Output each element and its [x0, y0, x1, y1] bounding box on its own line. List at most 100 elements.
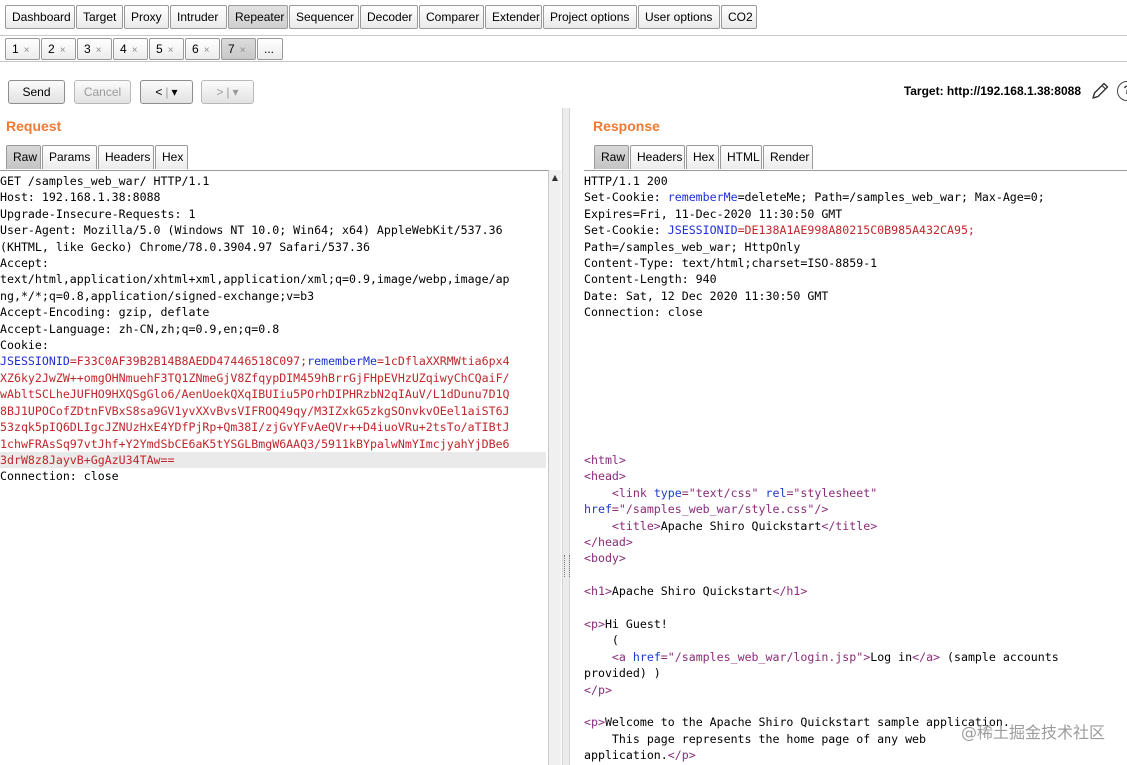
request-editor[interactable]: GET /samples_web_war/ HTTP/1.1 Host: 192…	[0, 170, 548, 765]
repeater-toolbar: Send Cancel < | ▾ > | ▾ Target: http://192.1…	[0, 62, 1127, 108]
close-icon[interactable]: ×	[240, 45, 246, 56]
request-tab-params[interactable]: Params	[42, 145, 97, 169]
tab-intruder[interactable]: Intruder	[170, 5, 227, 29]
repeater-tab-3[interactable]: 3 ×	[77, 38, 112, 60]
request-tab-hex[interactable]: Hex	[155, 145, 188, 169]
help-icon[interactable]: ?	[1117, 81, 1127, 101]
repeater-tab-label: 7	[228, 42, 235, 56]
login-link-text: Log in	[870, 649, 913, 664]
send-button[interactable]: Send	[8, 80, 65, 104]
request-line: Cookie:	[0, 338, 49, 353]
code-syntax: <body>	[584, 551, 626, 566]
cancel-button[interactable]: Cancel	[74, 80, 131, 104]
tab-target[interactable]: Target	[76, 5, 123, 29]
code-syntax: <p>	[584, 715, 605, 730]
edit-target-icon[interactable]	[1089, 80, 1111, 102]
cookie-value: 8BJ1UPOCofZDtnFVBxS8sa9GV1yvXXvBvsVIFROQ…	[0, 403, 510, 418]
code-syntax: ="	[660, 649, 675, 664]
code-syntax: <p>	[584, 616, 605, 631]
back-arrow-icon: <	[155, 85, 163, 99]
tab-dashboard[interactable]: Dashboard	[5, 5, 75, 29]
response-line: HTTP/1.1 200	[584, 174, 668, 188]
request-title: Request	[6, 118, 62, 134]
repeater-tab-1[interactable]: 1 ×	[5, 38, 40, 60]
response-tab-headers[interactable]: Headers	[630, 145, 685, 169]
response-line: Set-Cookie:	[584, 190, 668, 205]
tab-co2[interactable]: CO2	[721, 5, 757, 29]
response-editor[interactable]: HTTP/1.1 200 Set-Cookie: rememberMe=dele…	[584, 170, 1127, 765]
forward-button[interactable]: > | ▾	[201, 80, 254, 104]
tab-extender[interactable]: Extender	[485, 5, 542, 29]
close-icon[interactable]: ×	[132, 45, 138, 56]
forward-arrow-icon: >	[216, 85, 224, 99]
request-line: Upgrade-Insecure-Requests: 1	[0, 206, 196, 221]
cookie-name: JSESSIONID	[0, 354, 70, 369]
welcome-text: Welcome to the Apache Shiro Quickstart s…	[604, 715, 1010, 730]
repeater-tab-6[interactable]: 6 ×	[185, 38, 220, 60]
code-syntax: (	[584, 633, 619, 648]
code-syntax: ">	[856, 649, 871, 664]
response-line: provided) )	[584, 666, 661, 681]
scroll-up-icon[interactable]: ▲	[549, 172, 561, 184]
close-icon[interactable]: ×	[204, 45, 210, 56]
code-syntax: <h1>	[584, 584, 612, 599]
tab-repeater[interactable]: Repeater	[228, 5, 288, 29]
code-syntax: </p>	[667, 748, 696, 763]
watermark-text: @稀土掘金技术社区	[960, 723, 1105, 742]
close-icon[interactable]: ×	[24, 45, 30, 56]
tab-user-options[interactable]: User options	[638, 5, 720, 29]
code-syntax: href	[584, 502, 612, 517]
request-line: Connection: close	[0, 469, 119, 484]
repeater-tab-5[interactable]: 5 ×	[149, 38, 184, 60]
response-line: =deleteMe; Path=/samples_web_war; Max-Ag…	[737, 190, 1045, 205]
code-syntax: <title>	[611, 518, 661, 533]
repeater-tab-label: 5	[156, 42, 163, 56]
code-syntax	[584, 650, 612, 664]
response-line: (sample accounts	[940, 649, 1059, 664]
response-tab-hex[interactable]: Hex	[686, 145, 719, 169]
repeater-tab-2[interactable]: 2 ×	[41, 38, 76, 60]
tab-proxy[interactable]: Proxy	[124, 5, 169, 29]
code-syntax: <html>	[584, 452, 626, 467]
response-tab-render[interactable]: Render	[763, 145, 813, 169]
request-line: Accept-Language: zh-CN,zh;q=0.9,en;q=0.8	[0, 321, 280, 336]
back-button[interactable]: < | ▾	[140, 80, 193, 104]
cookie-name: JSESSIONID	[667, 223, 738, 238]
repeater-tab-label: 1	[12, 42, 19, 56]
response-line: Connection: close	[584, 305, 703, 320]
close-icon[interactable]: ×	[96, 45, 102, 56]
response-line: Date: Sat, 12 Dec 2020 11:30:50 GMT	[584, 288, 829, 303]
tab-project-options[interactable]: Project options	[543, 5, 637, 29]
response-tab-raw[interactable]: Raw	[594, 145, 629, 169]
cookie-name: rememberMe	[307, 354, 377, 369]
response-tab-html[interactable]: HTML	[720, 145, 762, 169]
response-line: Path=/samples_web_war; HttpOnly	[584, 239, 801, 254]
html-title-text: Apache Shiro Quickstart	[660, 518, 822, 533]
close-icon[interactable]: ×	[60, 45, 66, 56]
request-scrollbar[interactable]: ▲	[548, 170, 561, 765]
repeater-tab-4[interactable]: 4 ×	[113, 38, 148, 60]
request-tab-headers[interactable]: Headers	[98, 145, 154, 169]
tab-decoder[interactable]: Decoder	[360, 5, 418, 29]
request-line: Accept:	[0, 256, 49, 271]
h1-text: Apache Shiro Quickstart	[611, 584, 773, 599]
request-line: ng,*/*;q=0.8,application/signed-exchange…	[0, 288, 315, 303]
repeater-tab-7[interactable]: 7 ×	[221, 38, 256, 60]
chevron-down-icon: ▾	[171, 85, 178, 99]
cookie-value: =F33C0AF39B2B14B8AEDD47446518C097;	[69, 354, 308, 369]
code-syntax: ="	[611, 502, 626, 517]
code-syntax: </a>	[912, 649, 941, 664]
new-tab-button[interactable]: ...	[257, 38, 283, 60]
splitter-grip-icon[interactable]	[564, 555, 570, 577]
chevron-down-icon: ▾	[232, 85, 239, 99]
request-tab-raw[interactable]: Raw	[6, 145, 41, 169]
request-line: GET /samples_web_war/ HTTP/1.1	[0, 174, 210, 188]
tab-comparer[interactable]: Comparer	[419, 5, 484, 29]
target-label: Target: http://192.168.1.38:8088	[903, 84, 1081, 98]
close-icon[interactable]: ×	[168, 45, 174, 56]
tab-sequencer[interactable]: Sequencer	[289, 5, 359, 29]
code-syntax: "/>	[807, 502, 829, 517]
login-href-value: /samples_web_war/login.jsp	[674, 649, 857, 664]
pane-splitter[interactable]	[562, 108, 570, 765]
request-line: Host: 192.168.1.38:8088	[0, 190, 161, 205]
